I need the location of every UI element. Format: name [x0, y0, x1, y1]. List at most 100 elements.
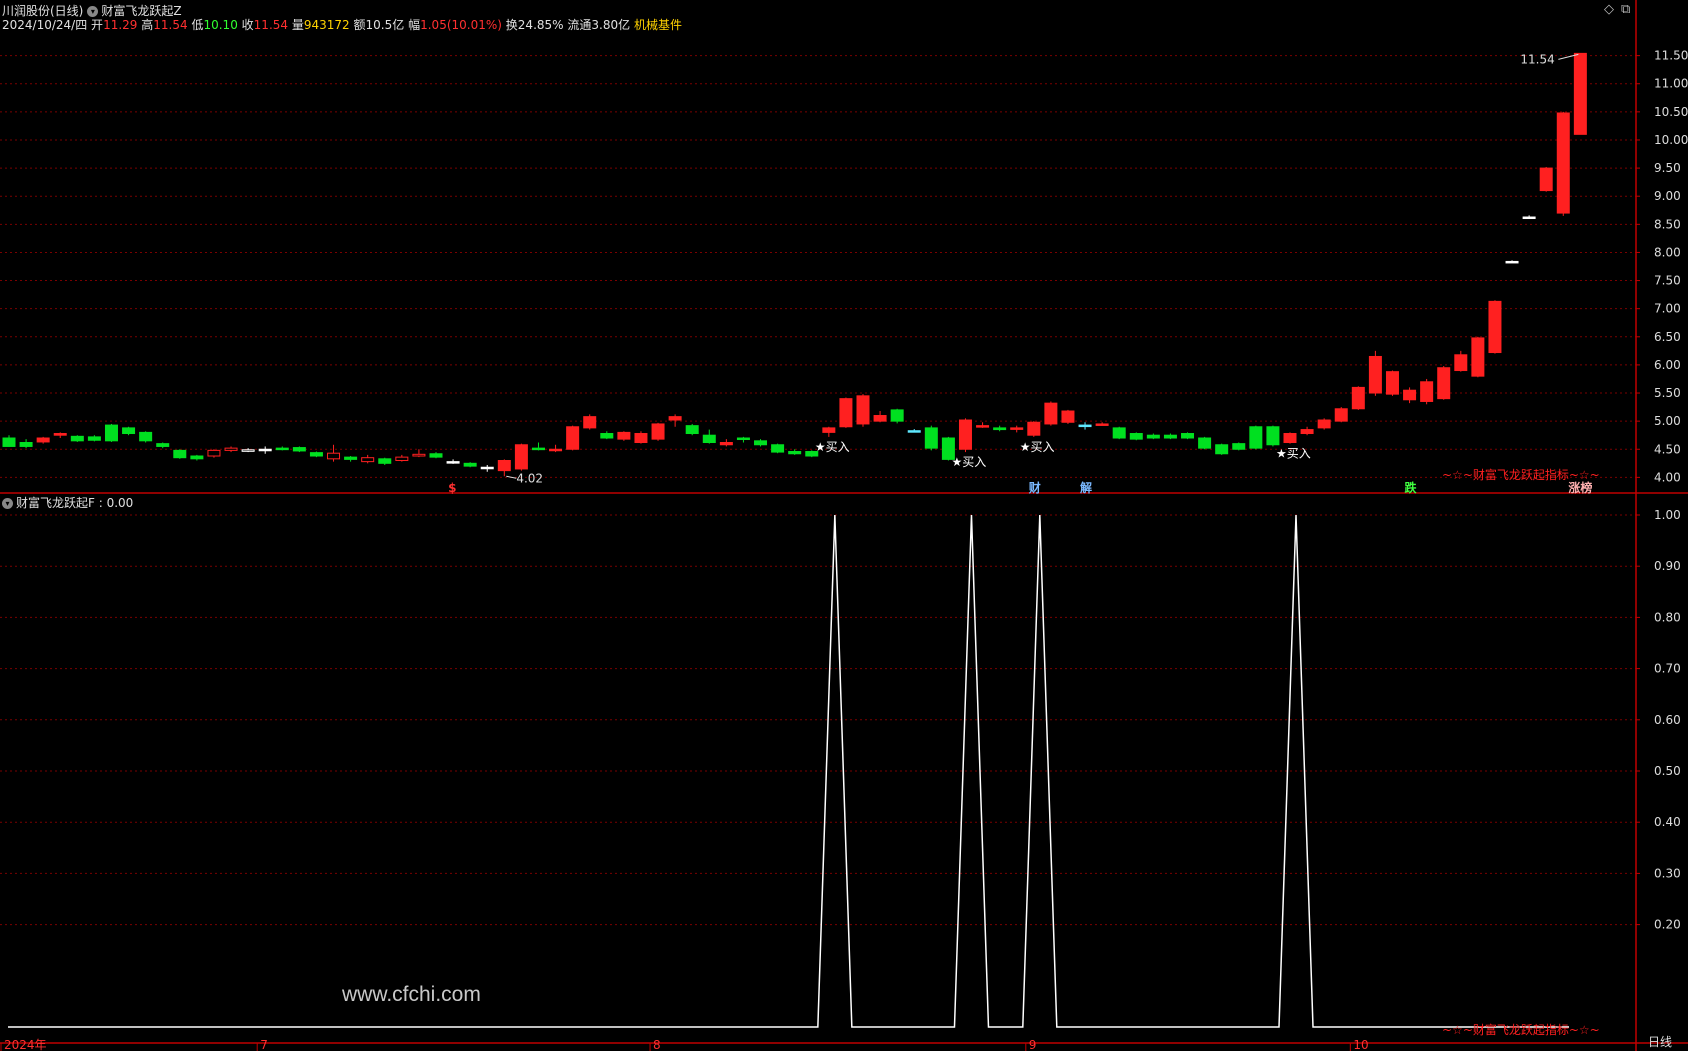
sub-indicator-settings-icon[interactable]: ▾ — [2, 498, 13, 509]
candle-body[interactable] — [344, 456, 358, 460]
candle-body[interactable] — [1198, 437, 1212, 449]
diamond-button[interactable]: ◇ — [1604, 3, 1614, 17]
candle-body[interactable] — [958, 419, 972, 450]
candle-body[interactable] — [412, 453, 426, 457]
candle-body[interactable] — [190, 455, 204, 460]
candle-body[interactable] — [1181, 433, 1195, 439]
candle-body[interactable] — [173, 449, 187, 459]
candle-body[interactable] — [1215, 444, 1229, 455]
candle-body[interactable] — [1317, 419, 1331, 429]
candle-body[interactable] — [907, 430, 921, 433]
candle-body[interactable] — [1471, 337, 1485, 377]
candle-body[interactable] — [429, 453, 443, 458]
candle-body[interactable] — [1232, 443, 1246, 450]
candle-body[interactable] — [856, 395, 870, 425]
candle-body[interactable] — [104, 424, 118, 442]
candle-body[interactable] — [275, 447, 289, 451]
candle-body[interactable] — [139, 431, 153, 442]
candle-body[interactable] — [1351, 386, 1365, 410]
candle-body[interactable] — [890, 409, 904, 422]
candle-body[interactable] — [1078, 424, 1092, 428]
candle-body[interactable] — [122, 427, 136, 435]
candle-body[interactable] — [1112, 427, 1126, 439]
candle-body[interactable] — [583, 416, 597, 429]
candle-body[interactable] — [549, 448, 563, 452]
event-badge[interactable]: 解 — [1080, 480, 1092, 495]
candle-body[interactable] — [788, 451, 802, 455]
candle-body[interactable] — [531, 447, 545, 451]
candle-body[interactable] — [1146, 434, 1160, 439]
candle-body[interactable] — [1095, 423, 1109, 426]
candle-body[interactable] — [1420, 381, 1434, 402]
candle-body[interactable] — [993, 427, 1007, 431]
candle-body[interactable] — [1163, 434, 1177, 439]
candle-body[interactable] — [822, 427, 836, 433]
candle-body[interactable] — [258, 448, 272, 452]
candle-body[interactable] — [1403, 389, 1417, 401]
candle-body[interactable] — [327, 452, 341, 460]
candle-body[interactable] — [651, 423, 665, 440]
candle-body[interactable] — [1283, 433, 1297, 444]
event-badge[interactable]: $ — [448, 481, 456, 495]
candle-body[interactable] — [1505, 260, 1519, 264]
candle-body[interactable] — [1010, 427, 1024, 430]
event-badge[interactable]: 财 — [1028, 480, 1041, 495]
candle-body[interactable] — [2, 437, 16, 447]
candle-body[interactable] — [771, 444, 785, 453]
candle-body[interactable] — [1249, 426, 1263, 449]
candle-body[interactable] — [463, 462, 477, 467]
candle-body[interactable] — [1539, 167, 1553, 192]
candle-body[interactable] — [668, 416, 682, 421]
candle-body[interactable] — [156, 443, 170, 447]
candle-body[interactable] — [1556, 112, 1570, 214]
candle-body[interactable] — [292, 447, 306, 452]
candle-body[interactable] — [395, 456, 409, 462]
candle-body[interactable] — [1061, 410, 1075, 423]
candle-body[interactable] — [1129, 433, 1143, 440]
candle-body[interactable] — [600, 433, 614, 439]
candle-body[interactable] — [873, 415, 887, 422]
event-badge[interactable]: 涨榜 — [1568, 480, 1592, 495]
candle-body[interactable] — [207, 449, 221, 457]
candle-body[interactable] — [224, 447, 238, 451]
stock-name[interactable]: 川润股份(日线) — [2, 4, 83, 18]
candle-body[interactable] — [1437, 367, 1451, 400]
candle-body[interactable] — [53, 433, 67, 436]
candle-body[interactable] — [87, 436, 101, 441]
candle-body[interactable] — [566, 426, 580, 450]
candle-body[interactable] — [1266, 426, 1280, 446]
candle-body[interactable] — [497, 460, 511, 472]
candle-body[interactable] — [480, 466, 494, 470]
candle-body[interactable] — [617, 431, 631, 440]
candle-body[interactable] — [1522, 216, 1536, 220]
candle-body[interactable] — [1300, 429, 1314, 435]
candle-body[interactable] — [924, 427, 938, 449]
candle-body[interactable] — [685, 425, 699, 435]
candlestick-series[interactable] — [2, 52, 1587, 477]
sub-indicator-name[interactable]: 财富飞龙跃起F — [16, 496, 95, 510]
candle-body[interactable] — [309, 452, 323, 457]
indicator-settings-icon[interactable]: ▾ — [87, 6, 99, 17]
main-indicator-name[interactable]: 财富飞龙跃起Z — [101, 4, 181, 18]
candle-body[interactable] — [1334, 408, 1348, 422]
candle-body[interactable] — [736, 437, 750, 441]
candle-body[interactable] — [702, 434, 716, 444]
candle-body[interactable] — [1368, 355, 1382, 394]
candle-body[interactable] — [19, 442, 33, 447]
candle-body[interactable] — [1573, 52, 1587, 135]
period-label[interactable]: 日线 — [1648, 1035, 1672, 1049]
sector-label[interactable]: 机械基件 — [634, 18, 682, 32]
candle-body[interactable] — [1488, 300, 1502, 354]
candle-body[interactable] — [1044, 402, 1058, 425]
candle-body[interactable] — [1454, 354, 1468, 372]
candle-body[interactable] — [1027, 421, 1041, 436]
candle-body[interactable] — [70, 435, 84, 442]
candle-body[interactable] — [514, 444, 528, 470]
candle-body[interactable] — [361, 457, 375, 463]
candle-body[interactable] — [1385, 371, 1399, 395]
stock-chart[interactable]: 4.0211.54★买入★买入★买入 ★买入 $ 财解跌涨榜 11.5011.001… — [0, 0, 1688, 1051]
candle-body[interactable] — [36, 437, 50, 443]
candle-body[interactable] — [976, 425, 990, 428]
event-badge[interactable]: 跌 — [1405, 480, 1418, 495]
candle-body[interactable] — [241, 449, 255, 452]
